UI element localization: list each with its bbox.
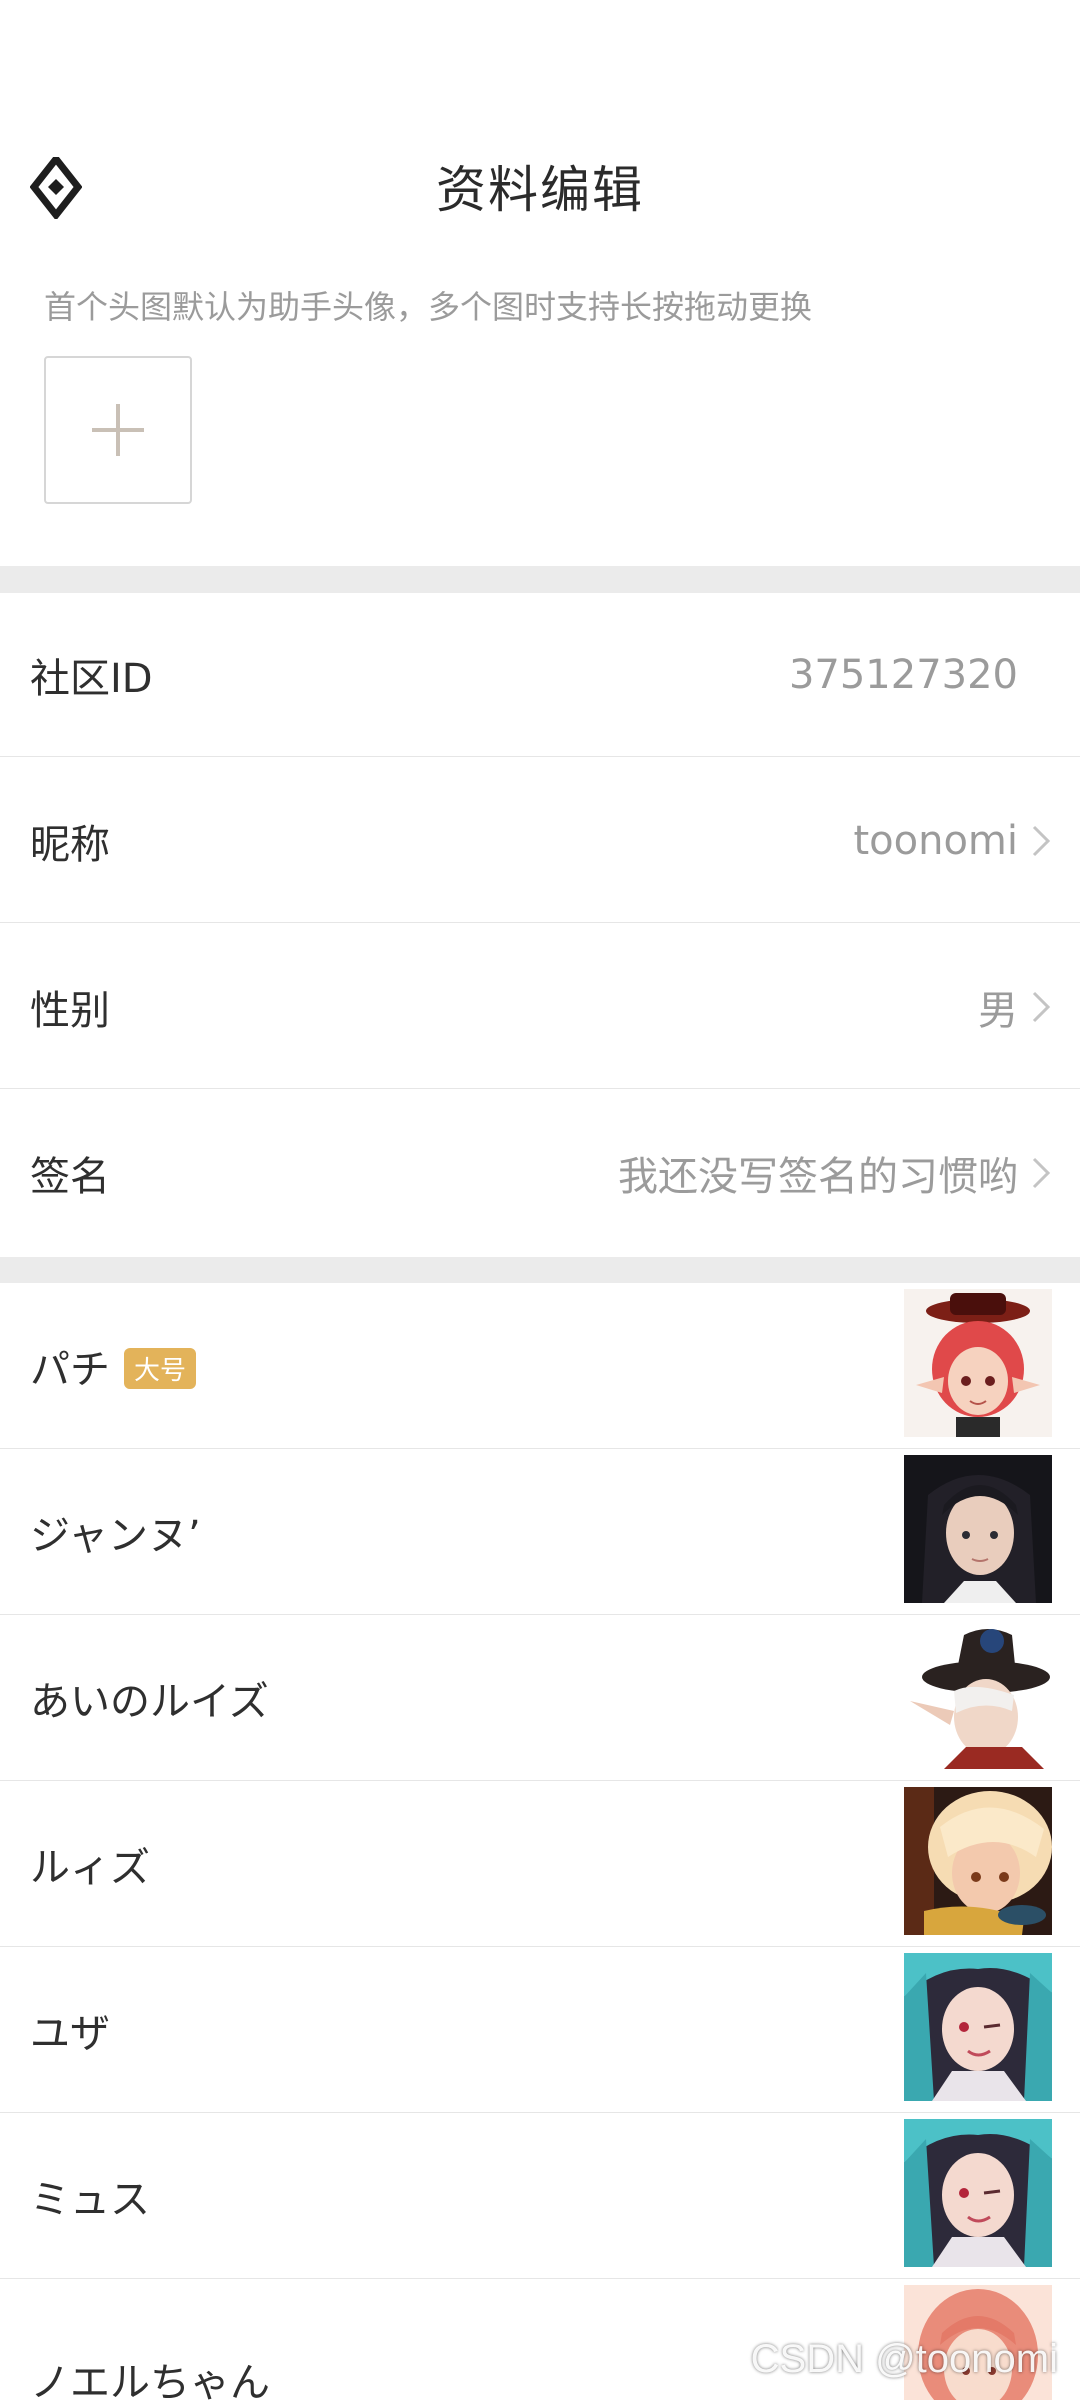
gender-row[interactable]: 性别 男: [0, 925, 1080, 1089]
gender-label: 性别: [30, 987, 110, 1034]
character-row[interactable]: ユザ: [0, 1947, 1080, 2113]
character-name: ノエルちゃん: [30, 2360, 270, 2406]
plus-icon: [92, 404, 144, 456]
character-row[interactable]: ミュス: [0, 2113, 1080, 2279]
page-title: 资料编辑: [436, 161, 644, 219]
signature-row[interactable]: 签名 我还没写签名的习惯哟: [0, 1091, 1080, 1255]
character-avatar: [904, 1455, 1052, 1603]
section-divider: [0, 566, 1080, 593]
nickname-label: 昵称: [30, 821, 110, 868]
gender-value: 男: [978, 987, 1018, 1034]
signature-value: 我还没写签名的习惯哟: [618, 1154, 1018, 1200]
chevron-right-icon: [1032, 991, 1051, 1022]
nickname-value: toonomi: [853, 817, 1018, 864]
character-avatar: [904, 2119, 1052, 2267]
community-id-value: 375127320: [788, 651, 1018, 698]
character-avatar: [904, 1289, 1052, 1437]
character-row[interactable]: ジャンヌ’: [0, 1449, 1080, 1615]
section-divider: [0, 1257, 1080, 1283]
character-avatar: [904, 1621, 1052, 1769]
chevron-right-icon: [1032, 825, 1051, 856]
character-row[interactable]: あいのルイズ: [0, 1615, 1080, 1781]
character-name: あいのルイズ: [30, 1678, 269, 1725]
avatar-hint-text: 首个头图默认为助手头像，多个图时支持长按拖动更换: [44, 288, 813, 326]
character-name: ルィズ: [30, 1844, 150, 1891]
main-account-badge: 大号: [124, 1348, 197, 1389]
character-name: ユザ: [30, 2010, 110, 2057]
character-name: ミュス: [30, 2176, 150, 2223]
community-id-label: 社区ID: [30, 655, 153, 702]
signature-label: 签名: [30, 1154, 110, 1200]
watermark-text: CSDN @toonomi: [750, 2337, 1058, 2381]
character-avatar: [904, 1953, 1052, 2101]
character-row[interactable]: パチ 大号: [0, 1283, 1080, 1449]
nickname-row[interactable]: 昵称 toonomi: [0, 759, 1080, 923]
character-name: パチ 大号: [30, 1337, 197, 1395]
character-row[interactable]: ルィズ: [0, 1781, 1080, 1947]
add-avatar-button[interactable]: [44, 356, 192, 504]
chevron-right-icon: [1032, 1157, 1051, 1189]
header: 资料编辑 首个头图默认为助手头像，多个图时支持长按拖动更换: [0, 0, 1080, 504]
community-id-row: 社区ID 375127320: [0, 593, 1080, 757]
character-avatar: [904, 1787, 1052, 1935]
character-name: ジャンヌ’: [30, 1512, 201, 1559]
